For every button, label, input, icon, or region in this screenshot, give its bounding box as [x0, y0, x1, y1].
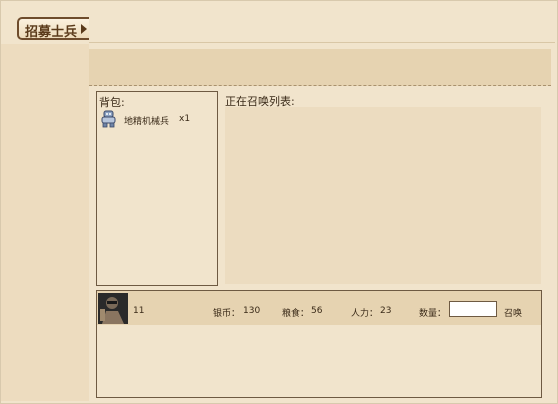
quantity-label: 数量： [419, 309, 447, 319]
soldier-portrait-icon [98, 293, 128, 324]
backpack-item[interactable]: 地精机械兵 x1 [99, 110, 211, 130]
tab-title: 招募士兵 [25, 25, 78, 40]
header-band [89, 49, 551, 86]
item-count: x1 [179, 114, 191, 124]
recruit-panel: 11 银币： 130 粮食： 56 人力： 23 数量： 召唤 [96, 290, 542, 398]
manpower-label: 人力： [351, 309, 379, 319]
backpack-title: 背包: [99, 96, 125, 109]
triangle-right-icon [81, 24, 87, 34]
manpower-value: 23 [380, 306, 392, 316]
silver-label: 银币： [213, 309, 241, 319]
item-name: 地精机械兵 [124, 117, 170, 127]
unit-count: 11 [133, 306, 145, 316]
mech-robot-icon [101, 110, 116, 128]
backpack-panel: 背包: 地精机械兵 x1 [96, 91, 218, 286]
left-sidebar [1, 44, 89, 401]
quantity-input[interactable] [449, 301, 497, 317]
summoning-list [225, 107, 541, 284]
soldier-avatar [98, 293, 128, 324]
food-label: 粮食： [282, 309, 310, 319]
food-value: 56 [311, 306, 323, 316]
recruit-soldiers-tab[interactable]: 招募士兵 [17, 17, 89, 40]
summon-button[interactable]: 召唤 [504, 306, 522, 319]
unit-row: 11 银币： 130 粮食： 56 人力： 23 数量： 召唤 [97, 291, 541, 325]
title-divider [89, 42, 555, 43]
silver-value: 130 [243, 306, 261, 316]
